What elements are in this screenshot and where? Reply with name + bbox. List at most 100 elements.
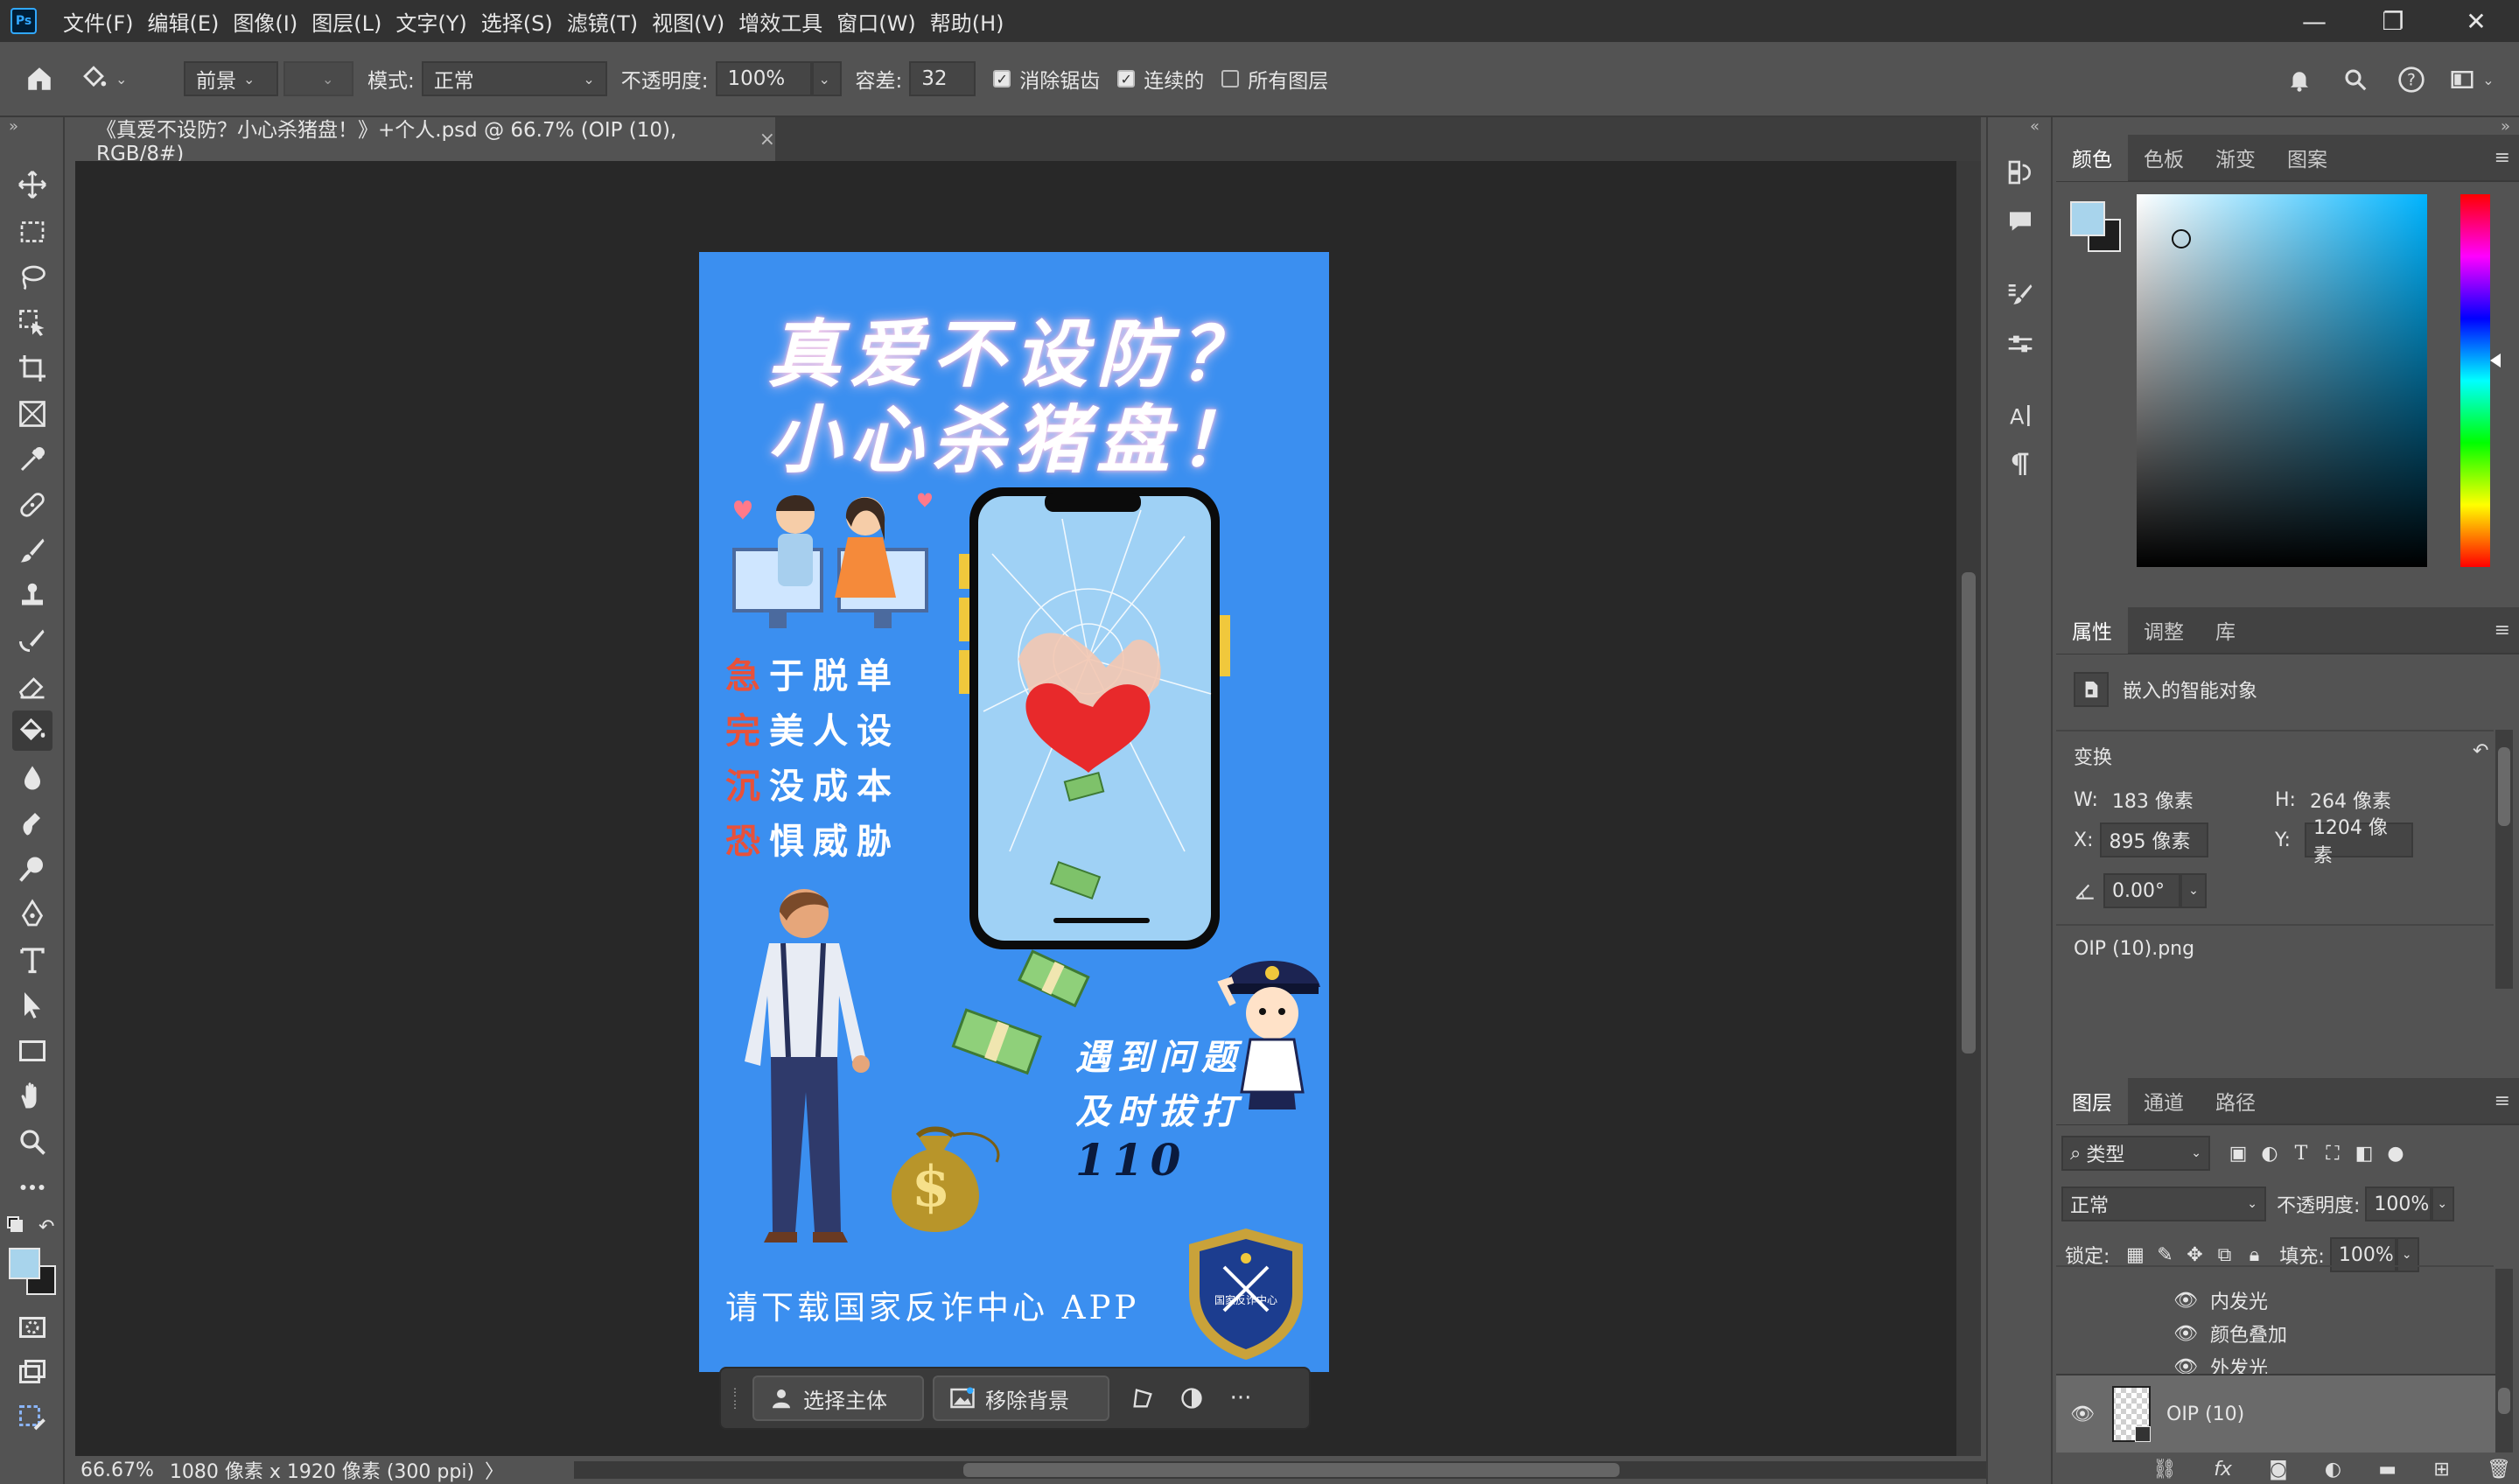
eraser-tool-icon[interactable] bbox=[12, 667, 52, 707]
character-panel-icon[interactable]: A bbox=[2000, 396, 2040, 436]
menu-select[interactable]: 选择(S) bbox=[474, 0, 560, 42]
y-position-input[interactable]: 1204 像素 bbox=[2304, 817, 2413, 867]
foreground-color-swatch[interactable] bbox=[9, 1248, 40, 1279]
color-swatches[interactable] bbox=[9, 1248, 58, 1297]
restore-button[interactable]: ❐ bbox=[2354, 0, 2432, 42]
menu-plugins[interactable]: 增效工具 bbox=[731, 0, 829, 42]
hue-slider-handle[interactable] bbox=[2490, 354, 2501, 368]
contiguous-checkbox[interactable]: ✓ bbox=[1117, 70, 1136, 88]
layer-opacity-input[interactable]: 100% bbox=[2365, 1186, 2432, 1222]
lock-all-icon[interactable]: 🔒︎ bbox=[2239, 1244, 2269, 1266]
layer-style-icon[interactable]: fx bbox=[2214, 1459, 2232, 1480]
layer-effect-color-overlay[interactable]: 👁︎ 颜色叠加 bbox=[2173, 1320, 2287, 1348]
canvas-vertical-scrollbar[interactable] bbox=[1956, 161, 1981, 1456]
clone-stamp-tool-icon[interactable] bbox=[12, 576, 52, 616]
hand-tool-icon[interactable] bbox=[12, 1076, 52, 1116]
opacity-dropdown[interactable]: ⌄ bbox=[811, 61, 842, 96]
filter-smart-object-icon[interactable]: ◧ bbox=[2348, 1143, 2380, 1165]
zoom-level[interactable]: 66.67% bbox=[80, 1460, 154, 1481]
remove-background-button[interactable]: 移除背景 bbox=[933, 1376, 1109, 1421]
swap-colors-icon[interactable]: ↶ bbox=[7, 1216, 58, 1242]
tab-properties[interactable]: 属性 bbox=[2056, 606, 2128, 654]
lock-position-icon[interactable]: ✥ bbox=[2180, 1244, 2209, 1266]
tab-adjustments[interactable]: 调整 bbox=[2128, 606, 2200, 654]
fill-source-select[interactable]: 前景 ⌄ bbox=[184, 61, 278, 96]
properties-scroll-thumb[interactable] bbox=[2498, 747, 2510, 826]
eye-icon[interactable]: 👁︎ bbox=[2173, 1290, 2198, 1312]
menu-view[interactable]: 视图(V) bbox=[645, 0, 731, 42]
panel-foreground-swatch[interactable] bbox=[2070, 201, 2105, 236]
properties-scrollbar[interactable] bbox=[2495, 730, 2513, 989]
history-panel-icon[interactable] bbox=[2000, 152, 2040, 192]
edit-toolbar-icon[interactable] bbox=[12, 1398, 52, 1438]
menu-image[interactable]: 图像(I) bbox=[226, 0, 304, 42]
angle-dropdown[interactable]: ⌄ bbox=[2180, 873, 2207, 908]
layer-effect-inner-glow[interactable]: 👁︎ 内发光 bbox=[2173, 1286, 2268, 1314]
vertical-scroll-thumb[interactable] bbox=[1962, 572, 1976, 1054]
tab-layers[interactable]: 图层 bbox=[2056, 1077, 2128, 1124]
minimize-button[interactable]: — bbox=[2275, 0, 2354, 42]
opacity-input[interactable]: 100% bbox=[715, 61, 812, 96]
path-selection-tool-icon[interactable] bbox=[12, 985, 52, 1026]
menu-edit[interactable]: 编辑(E) bbox=[141, 0, 227, 42]
more-tools-icon[interactable] bbox=[12, 1167, 52, 1208]
transform-icon[interactable] bbox=[1118, 1376, 1167, 1421]
link-layers-icon[interactable]: ⛓︎ bbox=[2152, 1459, 2177, 1480]
crop-tool-icon[interactable] bbox=[12, 348, 52, 388]
collapse-toolbar-icon[interactable]: » bbox=[9, 117, 18, 136]
collapse-strip-icon[interactable]: « bbox=[2030, 117, 2040, 136]
layer-opacity-dropdown[interactable]: ⌄ bbox=[2432, 1186, 2455, 1222]
search-icon[interactable] bbox=[2331, 42, 2380, 117]
tab-patterns[interactable]: 图案 bbox=[2271, 134, 2343, 181]
tab-color[interactable]: 颜色 bbox=[2056, 134, 2128, 181]
menu-file[interactable]: 文件(F) bbox=[56, 0, 141, 42]
help-icon[interactable]: ? bbox=[2387, 42, 2436, 117]
layers-scroll-thumb[interactable] bbox=[2498, 1388, 2510, 1414]
x-position-input[interactable]: 895 像素 bbox=[2100, 822, 2209, 858]
object-selection-tool-icon[interactable] bbox=[12, 303, 52, 343]
all-layers-checkbox[interactable] bbox=[1221, 70, 1240, 88]
home-icon[interactable] bbox=[0, 64, 79, 94]
select-subject-button[interactable]: 选择主体 bbox=[752, 1376, 924, 1421]
new-layer-icon[interactable]: ⊞ bbox=[2433, 1459, 2449, 1480]
document-tab[interactable]: 《真爱不设防？小心杀猪盘！》+个人.psd @ 66.7% (OIP (10),… bbox=[75, 117, 775, 165]
rectangle-tool-icon[interactable] bbox=[12, 1031, 52, 1071]
paragraph-panel-icon[interactable] bbox=[2000, 444, 2040, 485]
filter-adjustment-icon[interactable]: ◐ bbox=[2254, 1143, 2285, 1165]
close-tab-icon[interactable]: × bbox=[759, 129, 775, 150]
filter-pixel-icon[interactable]: ▣ bbox=[2222, 1143, 2254, 1165]
layer-filter-select[interactable]: ⌕ 类型 ⌄ bbox=[2061, 1136, 2210, 1171]
filter-type-icon[interactable]: T bbox=[2285, 1143, 2317, 1165]
lasso-tool-icon[interactable] bbox=[12, 257, 52, 298]
mode-select[interactable]: 正常 ⌄ bbox=[421, 61, 607, 96]
fill-dropdown[interactable]: ⌄ bbox=[2396, 1237, 2419, 1272]
brush-tool-icon[interactable] bbox=[12, 530, 52, 570]
filter-toggle-icon[interactable]: ● bbox=[2380, 1143, 2411, 1165]
panel-menu-icon[interactable]: ≡ bbox=[2495, 620, 2510, 641]
tab-libraries[interactable]: 库 bbox=[2200, 606, 2251, 654]
angle-input[interactable]: 0.00° bbox=[2103, 873, 2180, 908]
dodge-tool-icon[interactable] bbox=[12, 849, 52, 889]
frame-tool-icon[interactable] bbox=[12, 394, 52, 434]
screen-mode-icon[interactable] bbox=[12, 1353, 52, 1393]
layers-scrollbar[interactable] bbox=[2495, 1269, 2513, 1452]
pen-tool-icon[interactable] bbox=[12, 894, 52, 934]
hue-slider[interactable] bbox=[2460, 194, 2490, 567]
menu-filter[interactable]: 滤镜(T) bbox=[560, 0, 645, 42]
menu-window[interactable]: 窗口(W) bbox=[829, 0, 922, 42]
reset-transform-icon[interactable]: ↶ bbox=[2473, 740, 2488, 762]
bell-icon[interactable] bbox=[2275, 42, 2324, 117]
filter-shape-icon[interactable]: ⛶ bbox=[2317, 1143, 2348, 1165]
comments-panel-icon[interactable] bbox=[2000, 201, 2040, 242]
panel-menu-icon[interactable]: ≡ bbox=[2495, 147, 2510, 169]
add-mask-icon[interactable]: ◙ bbox=[2269, 1459, 2287, 1480]
blur-tool-icon[interactable] bbox=[12, 758, 52, 798]
status-menu-arrow[interactable]: 〉 bbox=[485, 1456, 504, 1484]
new-group-icon[interactable]: ▬ bbox=[2378, 1459, 2397, 1480]
lock-transparent-icon[interactable]: ▦ bbox=[2120, 1244, 2150, 1266]
color-picker-cursor[interactable] bbox=[2172, 229, 2191, 248]
eyedropper-tool-icon[interactable] bbox=[12, 439, 52, 480]
layer-blend-mode-select[interactable]: 正常 ⌄ bbox=[2061, 1186, 2266, 1222]
healing-brush-tool-icon[interactable] bbox=[12, 485, 52, 525]
more-options-icon[interactable]: ··· bbox=[1216, 1376, 1265, 1421]
